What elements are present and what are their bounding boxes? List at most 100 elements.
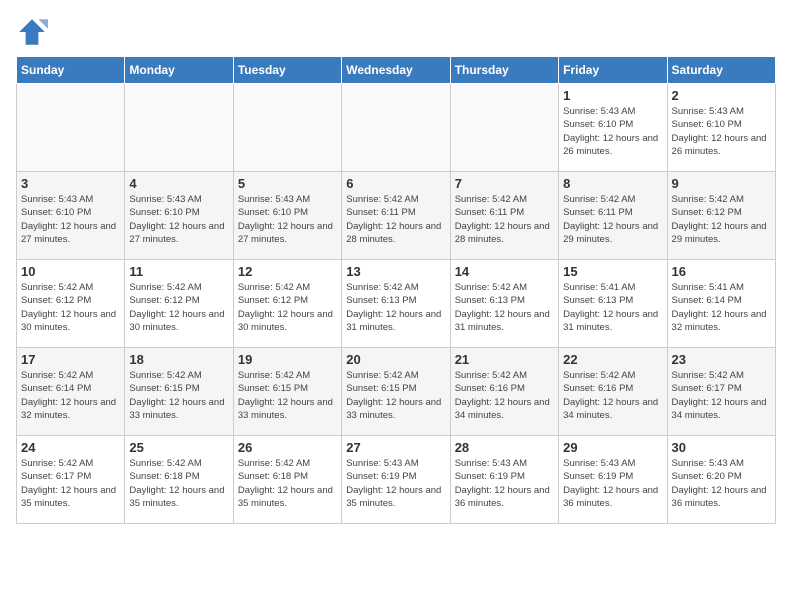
calendar-week-row: 17 Sunrise: 5:42 AM Sunset: 6:14 PM Dayli…: [17, 348, 776, 436]
calendar-day-cell: [17, 84, 125, 172]
day-number: 11: [129, 264, 228, 279]
day-of-week-header: Monday: [125, 57, 233, 84]
calendar-day-cell: 28Sunrise: 5:43 AM Sunset: 6:19 PM Dayli…: [450, 436, 558, 524]
day-number: 1: [563, 88, 662, 103]
day-info: Sunrise: 5:41 AM Sunset: 6:14 PM Dayligh…: [672, 281, 771, 334]
calendar-day-cell: 3Sunrise: 5:43 AM Sunset: 6:10 PM Daylig…: [17, 172, 125, 260]
day-number: 12: [238, 264, 337, 279]
day-number: 16: [672, 264, 771, 279]
calendar-day-cell: 14 Sunrise: 5:42 AM Sunset: 6:13 PM Dayli…: [450, 260, 558, 348]
day-number: 10: [21, 264, 120, 279]
calendar-table: SundayMondayTuesdayWednesdayThursdayFrid…: [16, 56, 776, 524]
day-info: Sunrise: 5:42 AM Sunset: 6:13 PM Dayligh…: [346, 281, 445, 334]
day-of-week-header: Sunday: [17, 57, 125, 84]
calendar-day-cell: 22 Sunrise: 5:42 AM Sunset: 6:16 PM Dayli…: [559, 348, 667, 436]
calendar-day-cell: 29 Sunrise: 5:43 AM Sunset: 6:19 PM Dayli…: [559, 436, 667, 524]
day-info: Sunrise: 5:42 AM Sunset: 6:16 PM Dayligh…: [563, 369, 662, 422]
day-number: 23: [672, 352, 771, 367]
day-of-week-header: Tuesday: [233, 57, 341, 84]
calendar-day-cell: 30 Sunrise: 5:43 AM Sunset: 6:20 PM Dayli…: [667, 436, 775, 524]
day-number: 2: [672, 88, 771, 103]
day-number: 4: [129, 176, 228, 191]
day-info: Sunrise: 5:43 AM Sunset: 6:10 PM Dayligh…: [563, 105, 662, 158]
day-info: Sunrise: 5:42 AM Sunset: 6:12 PM Dayligh…: [238, 281, 337, 334]
calendar-day-cell: 25 Sunrise: 5:42 AM Sunset: 6:18 PM Dayli…: [125, 436, 233, 524]
day-info: Sunrise: 5:43 AM Sunset: 6:10 PM Dayligh…: [672, 105, 771, 158]
calendar-week-row: 3 Sunrise: 5:43 AM Sunset: 6:10 PM Daylig…: [17, 172, 776, 260]
day-number: 5: [238, 176, 337, 191]
calendar-day-cell: 4 Sunrise: 5:43 AM Sunset: 6:10 PM Daylig…: [125, 172, 233, 260]
day-number: 6: [346, 176, 445, 191]
day-info: Sunrise: 5:42 AM Sunset: 6:13 PM Dayligh…: [455, 281, 554, 334]
day-number: 8: [563, 176, 662, 191]
day-info: Sunrise: 5:42 AM Sunset: 6:15 PM Dayligh…: [238, 369, 337, 422]
day-number: 30: [672, 440, 771, 455]
calendar-day-cell: 23Sunrise: 5:42 AM Sunset: 6:17 PM Dayli…: [667, 348, 775, 436]
calendar-day-cell: 27 Sunrise: 5:43 AM Sunset: 6:19 PM Dayli…: [342, 436, 450, 524]
calendar-day-cell: 9Sunrise: 5:42 AM Sunset: 6:12 PM Daylig…: [667, 172, 775, 260]
calendar-day-cell: 10 Sunrise: 5:42 AM Sunset: 6:12 PM Dayli…: [17, 260, 125, 348]
calendar-day-cell: 12 Sunrise: 5:42 AM Sunset: 6:12 PM Dayli…: [233, 260, 341, 348]
day-info: Sunrise: 5:43 AM Sunset: 6:10 PM Dayligh…: [238, 193, 337, 246]
day-number: 25: [129, 440, 228, 455]
day-number: 7: [455, 176, 554, 191]
day-number: 18: [129, 352, 228, 367]
day-info: Sunrise: 5:42 AM Sunset: 6:12 PM Dayligh…: [129, 281, 228, 334]
day-info: Sunrise: 5:42 AM Sunset: 6:11 PM Dayligh…: [455, 193, 554, 246]
calendar-day-cell: 6 Sunrise: 5:42 AM Sunset: 6:11 PM Daylig…: [342, 172, 450, 260]
day-of-week-header: Saturday: [667, 57, 775, 84]
calendar-day-cell: 21Sunrise: 5:42 AM Sunset: 6:16 PM Dayli…: [450, 348, 558, 436]
calendar-day-cell: 18 Sunrise: 5:42 AM Sunset: 6:15 PM Dayli…: [125, 348, 233, 436]
day-info: Sunrise: 5:43 AM Sunset: 6:19 PM Dayligh…: [563, 457, 662, 510]
calendar-day-cell: 20 Sunrise: 5:42 AM Sunset: 6:15 PM Dayli…: [342, 348, 450, 436]
calendar-week-row: 1 Sunrise: 5:43 AM Sunset: 6:10 PM Daylig…: [17, 84, 776, 172]
calendar-day-cell: 15 Sunrise: 5:41 AM Sunset: 6:13 PM Dayli…: [559, 260, 667, 348]
day-info: Sunrise: 5:42 AM Sunset: 6:17 PM Dayligh…: [21, 457, 120, 510]
logo: [16, 16, 52, 48]
calendar-day-cell: [342, 84, 450, 172]
page-header: [16, 16, 776, 48]
day-number: 19: [238, 352, 337, 367]
day-info: Sunrise: 5:43 AM Sunset: 6:10 PM Dayligh…: [129, 193, 228, 246]
calendar-week-row: 24 Sunrise: 5:42 AM Sunset: 6:17 PM Dayli…: [17, 436, 776, 524]
day-info: Sunrise: 5:42 AM Sunset: 6:14 PM Dayligh…: [21, 369, 120, 422]
day-number: 13: [346, 264, 445, 279]
day-info: Sunrise: 5:41 AM Sunset: 6:13 PM Dayligh…: [563, 281, 662, 334]
calendar-day-cell: 7 Sunrise: 5:42 AM Sunset: 6:11 PM Daylig…: [450, 172, 558, 260]
day-info: Sunrise: 5:42 AM Sunset: 6:18 PM Dayligh…: [129, 457, 228, 510]
day-of-week-header: Thursday: [450, 57, 558, 84]
day-number: 22: [563, 352, 662, 367]
calendar-day-cell: 5 Sunrise: 5:43 AM Sunset: 6:10 PM Daylig…: [233, 172, 341, 260]
day-info: Sunrise: 5:42 AM Sunset: 6:12 PM Dayligh…: [21, 281, 120, 334]
calendar-day-cell: 16 Sunrise: 5:41 AM Sunset: 6:14 PM Dayli…: [667, 260, 775, 348]
day-number: 29: [563, 440, 662, 455]
day-number: 3: [21, 176, 120, 191]
calendar-day-cell: 26Sunrise: 5:42 AM Sunset: 6:18 PM Dayli…: [233, 436, 341, 524]
day-number: 17: [21, 352, 120, 367]
day-number: 15: [563, 264, 662, 279]
day-number: 26: [238, 440, 337, 455]
day-of-week-header: Wednesday: [342, 57, 450, 84]
calendar-header-row: SundayMondayTuesdayWednesdayThursdayFrid…: [17, 57, 776, 84]
calendar-day-cell: 17 Sunrise: 5:42 AM Sunset: 6:14 PM Dayli…: [17, 348, 125, 436]
day-number: 20: [346, 352, 445, 367]
day-number: 21: [455, 352, 554, 367]
day-number: 27: [346, 440, 445, 455]
day-info: Sunrise: 5:43 AM Sunset: 6:20 PM Dayligh…: [672, 457, 771, 510]
day-number: 28: [455, 440, 554, 455]
day-info: Sunrise: 5:42 AM Sunset: 6:11 PM Dayligh…: [563, 193, 662, 246]
calendar-day-cell: 24 Sunrise: 5:42 AM Sunset: 6:17 PM Dayli…: [17, 436, 125, 524]
day-info: Sunrise: 5:42 AM Sunset: 6:15 PM Dayligh…: [346, 369, 445, 422]
calendar-day-cell: 13 Sunrise: 5:42 AM Sunset: 6:13 PM Dayli…: [342, 260, 450, 348]
day-info: Sunrise: 5:43 AM Sunset: 6:19 PM Dayligh…: [346, 457, 445, 510]
calendar-day-cell: [233, 84, 341, 172]
day-info: Sunrise: 5:42 AM Sunset: 6:15 PM Dayligh…: [129, 369, 228, 422]
calendar-day-cell: [125, 84, 233, 172]
calendar-day-cell: 1 Sunrise: 5:43 AM Sunset: 6:10 PM Daylig…: [559, 84, 667, 172]
day-number: 14: [455, 264, 554, 279]
day-info: Sunrise: 5:42 AM Sunset: 6:12 PM Dayligh…: [672, 193, 771, 246]
day-of-week-header: Friday: [559, 57, 667, 84]
day-info: Sunrise: 5:42 AM Sunset: 6:11 PM Dayligh…: [346, 193, 445, 246]
day-number: 24: [21, 440, 120, 455]
calendar-day-cell: 11 Sunrise: 5:42 AM Sunset: 6:12 PM Dayli…: [125, 260, 233, 348]
